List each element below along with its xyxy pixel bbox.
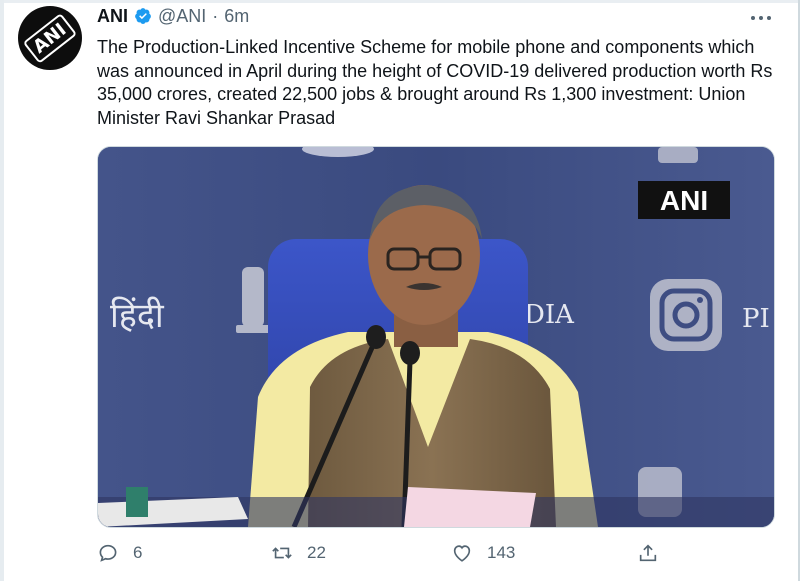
tweet-text: The Production-Linked Incentive Scheme f… — [97, 37, 773, 128]
avatar[interactable]: ANI — [18, 6, 82, 70]
backdrop-hindi-text: हिंदी — [110, 296, 165, 336]
retweet-button[interactable]: 22 — [271, 540, 326, 566]
like-icon — [453, 545, 471, 562]
instagram-icon — [650, 279, 722, 351]
left-border — [0, 0, 4, 581]
backdrop-india-text: DIA — [524, 300, 575, 330]
top-strip — [0, 0, 800, 3]
reply-button[interactable]: 6 — [97, 540, 142, 566]
avatar-logo: ANI — [22, 12, 78, 64]
reply-icon — [99, 544, 117, 562]
share-icon — [639, 544, 657, 562]
like-count: 143 — [487, 543, 516, 562]
ani-watermark: ANI — [660, 185, 708, 216]
tweet-header: ANI @ANI · 6m — [97, 4, 249, 28]
retweet-icon — [272, 547, 292, 559]
backdrop-pi-text: PI — [742, 304, 770, 334]
timestamp[interactable]: 6m — [224, 6, 249, 27]
share-button[interactable] — [637, 540, 659, 566]
more-icon[interactable] — [748, 8, 774, 28]
retweet-count: 22 — [307, 543, 326, 562]
author-name[interactable]: ANI — [97, 6, 128, 27]
verified-badge-icon — [135, 8, 151, 24]
author-handle[interactable]: @ANI — [158, 6, 206, 27]
tweet-media[interactable]: हिंदी DIA PI ANI — [97, 146, 775, 528]
tweet-actions: 6 22 143 — [97, 540, 777, 566]
reply-count: 6 — [133, 543, 143, 562]
press-conference-photo: हिंदी DIA PI ANI — [98, 147, 774, 527]
like-button[interactable]: 143 — [451, 540, 515, 566]
separator-dot: · — [212, 5, 219, 26]
